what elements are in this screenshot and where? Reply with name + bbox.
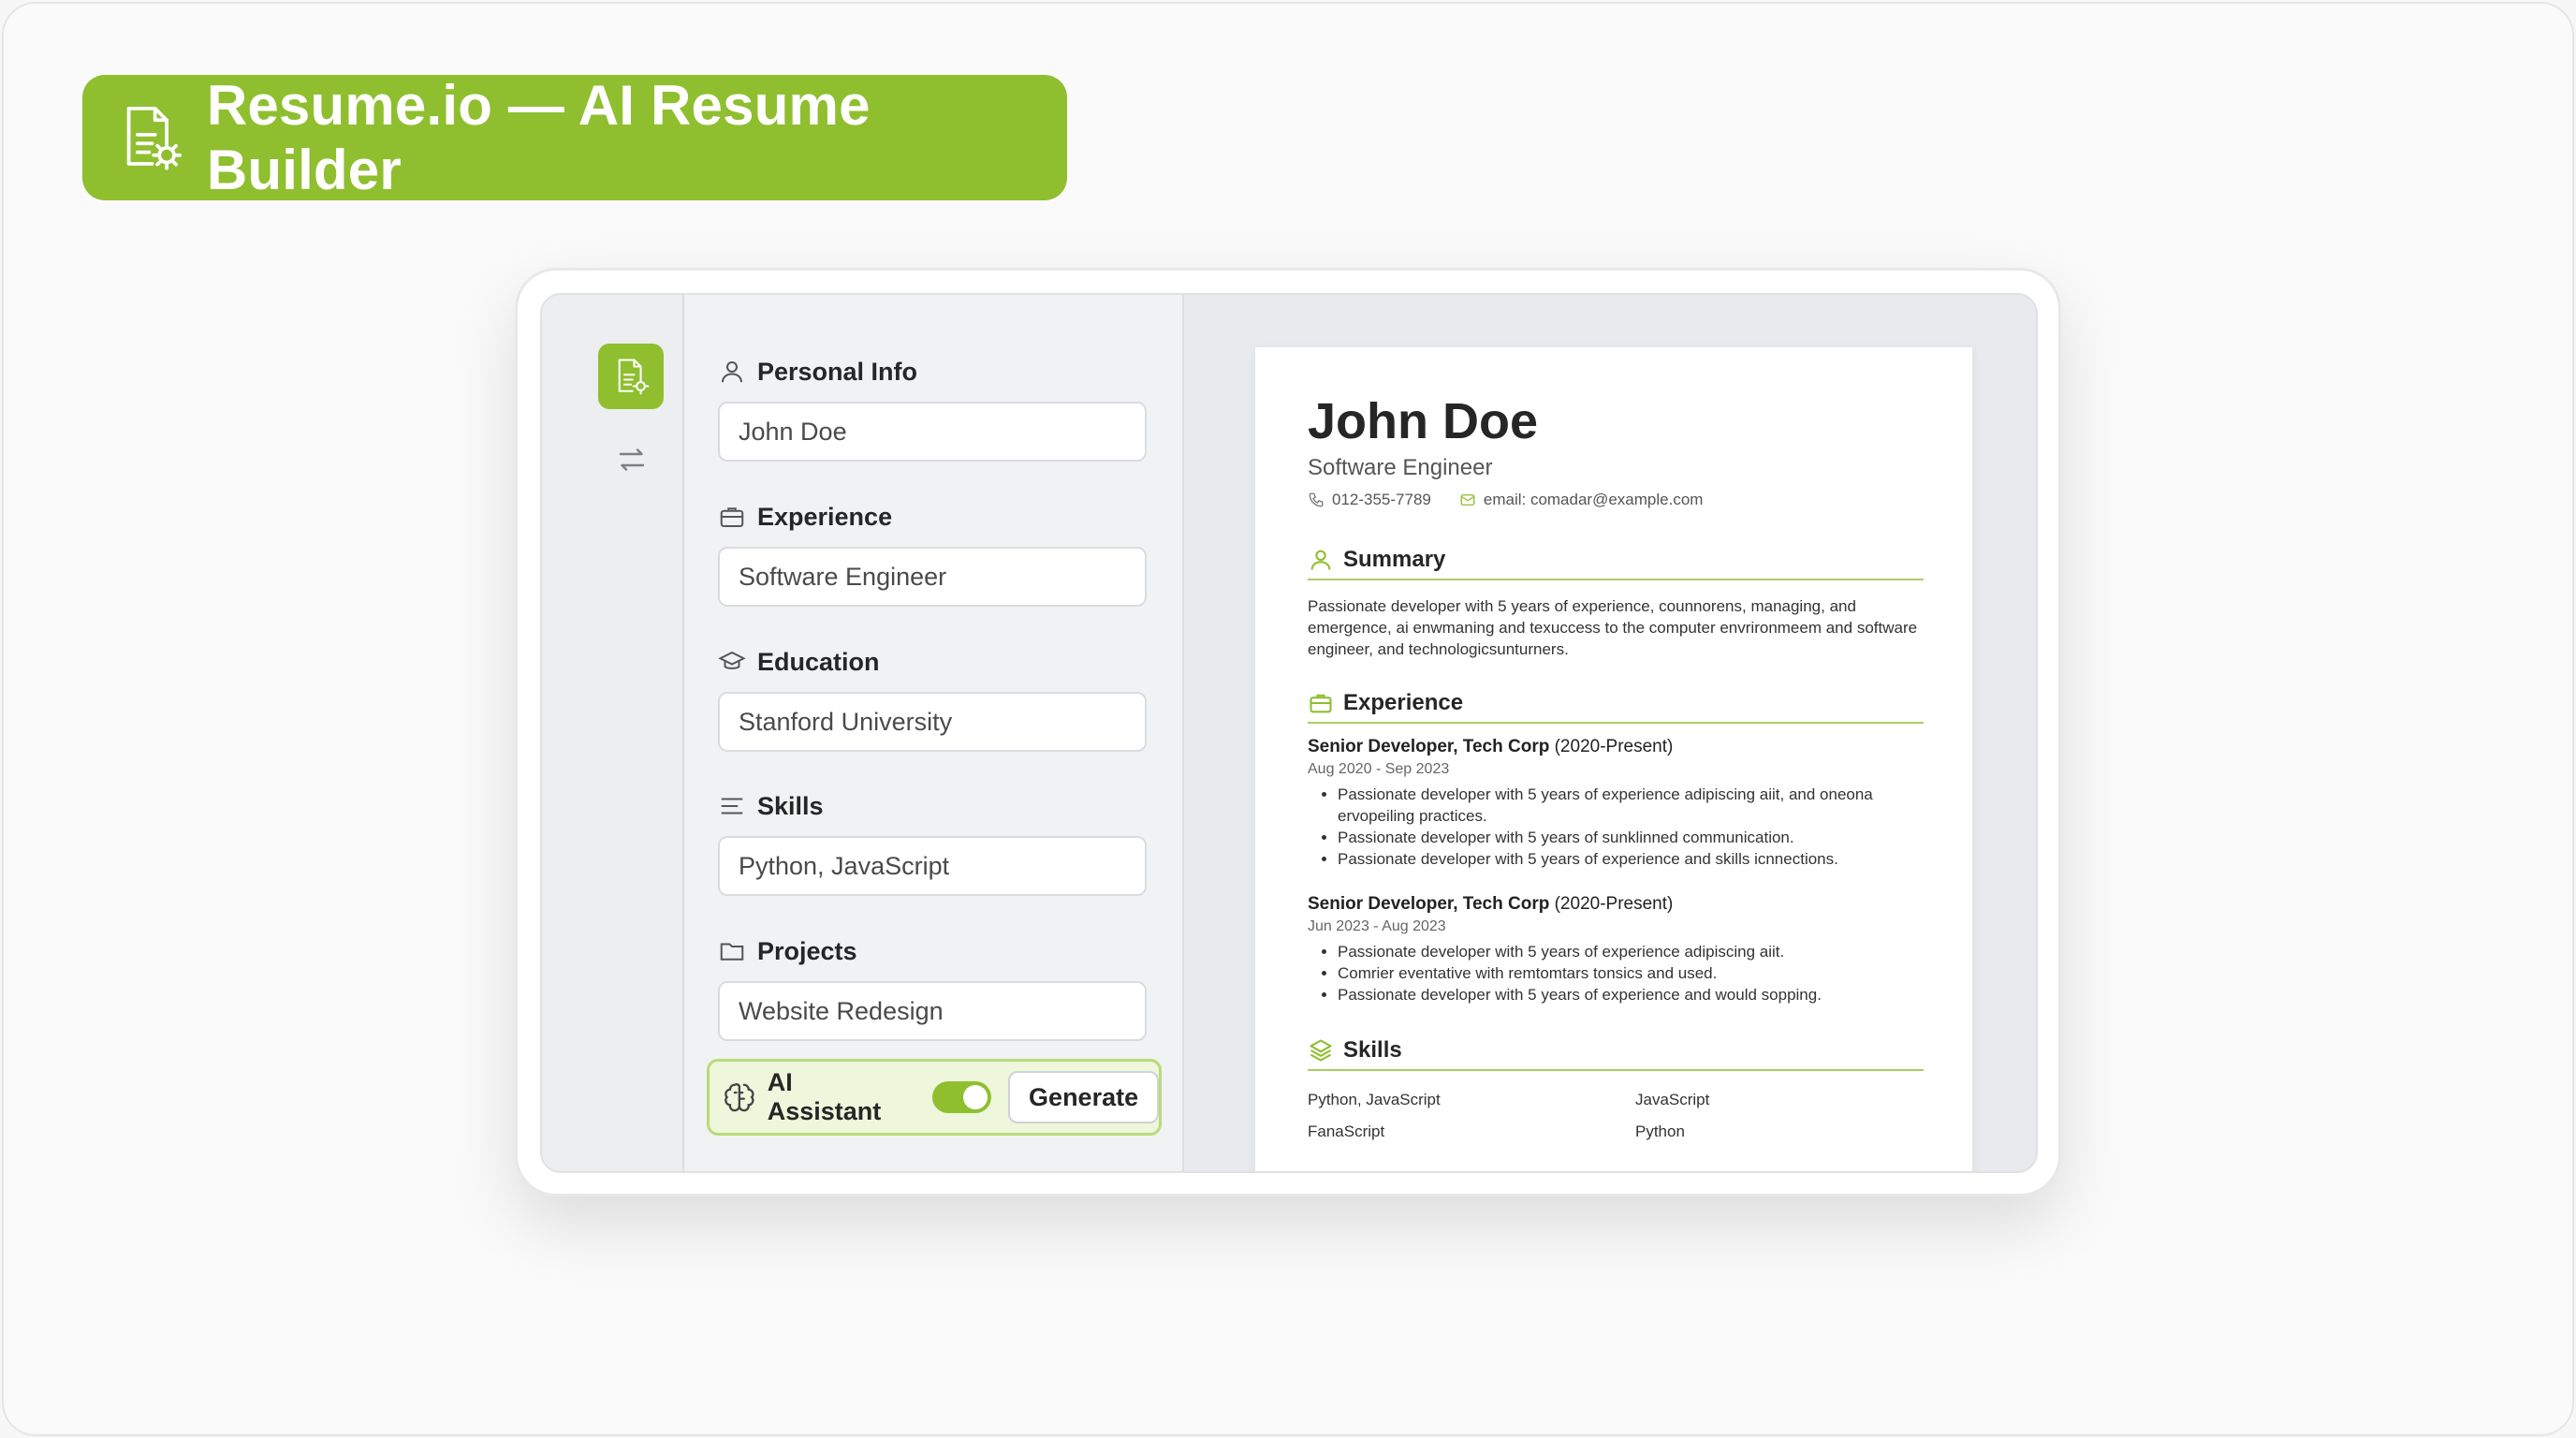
personal-info-input[interactable] [718,402,1147,462]
job-bullet: Passionate developer with 5 years of sun… [1338,827,1907,848]
section-label: Experience [757,502,893,531]
resume-settings-icon [126,106,183,170]
experience-heading: Experience [1343,690,1464,716]
resume-preview: John Doe Software Engineer 012-355-7789 … [1255,347,1972,1171]
experience-input[interactable] [718,547,1147,607]
job-title: Senior Developer, Tech Corp [1308,894,1550,915]
projects-input[interactable] [718,981,1147,1041]
user-icon [1310,550,1331,570]
section-personal-info: Personal Info [718,353,1149,462]
resume-phone: 012-355-7789 [1332,491,1431,509]
preview-area: John Doe Software Engineer 012-355-7789 … [1184,295,2036,1171]
briefcase-icon [1310,695,1332,713]
graduation-cap-icon [718,651,746,669]
app-window: Personal Info Experience Education [540,293,2038,1173]
skill-item: Python, JavaScript [1308,1091,1441,1109]
mail-icon [1460,494,1475,506]
job-entry: Senior Developer, Tech Corp (2020-Presen… [1308,894,1920,1005]
skill-item: Python [1635,1123,1685,1141]
section-label: Skills [757,791,824,820]
nav-rail [542,295,684,1171]
job-bullet: Comrier eventative with remtomtars tonsi… [1338,962,1907,984]
job-bullet: Passionate developer with 5 years of exp… [1338,848,1907,870]
editor-panel: Personal Info Experience Education [684,295,1184,1171]
skills-heading: Skills [1343,1037,1402,1064]
job-title: Senior Developer, Tech Corp [1308,737,1550,757]
ai-assistant-label: AI Assistant [767,1068,882,1125]
job-bullet: Passionate developer with 5 years of exp… [1338,784,1907,827]
phone-icon [1309,492,1324,507]
job-dates: Jun 2023 - Aug 2023 [1308,918,1446,935]
education-input[interactable] [718,692,1147,752]
summary-heading: Summary [1343,547,1446,573]
resume-contact: 012-355-7789 email: comadar@example.com [1308,491,1920,509]
generate-button[interactable]: Generate [1008,1071,1159,1123]
ai-assistant-toggle[interactable] [931,1081,992,1113]
summary-text: Passionate developer with 5 years of exp… [1308,597,1918,659]
device-frame: Personal Info Experience Education [515,268,2061,1196]
section-projects: Projects [718,932,1149,1041]
job-period: (2020-Present) [1554,737,1674,757]
job-entry: Senior Developer, Tech Corp (2020-Presen… [1308,737,1920,870]
resume-settings-icon [618,359,650,395]
skill-item: FanaScript [1308,1123,1385,1141]
section-label: Personal Info [757,357,918,386]
resume-skills: Skills Python, JavaScript JavaScript Fan… [1308,1037,1924,1148]
swap-arrows-icon[interactable] [615,443,649,477]
resume-email: email: comadar@example.com [1483,491,1704,509]
job-bullet: Passionate developer with 5 years of exp… [1338,941,1907,962]
toggle-knob [963,1085,988,1109]
briefcase-icon [720,507,744,527]
job-dates: Aug 2020 - Sep 2023 [1308,761,1450,778]
section-label: Education [757,647,880,676]
resume-summary: Summary Passionate developer with 5 year… [1308,547,1924,660]
title-banner: Resume.io — AI Resume Builder [82,74,1067,201]
resume-name: John Doe [1308,393,1539,449]
brain-icon [724,1083,754,1112]
lines-icon [721,798,743,814]
job-period: (2020-Present) [1554,894,1674,915]
resume-role: Software Engineer [1308,455,1493,481]
skill-item: JavaScript [1635,1091,1710,1109]
banner-title: Resume.io — AI Resume Builder [206,74,871,201]
section-experience: Experience [718,498,1149,607]
job-bullet: Passionate developer with 5 years of exp… [1338,984,1907,1005]
layers-icon [1310,1039,1332,1062]
section-education: Education [718,643,1149,752]
skills-input[interactable] [718,836,1147,896]
resume-experience: Experience Senior Developer, Tech Corp (… [1308,690,1924,1005]
skills-grid: Python, JavaScript JavaScript FanaScript… [1308,1084,1920,1148]
rail-item-resume[interactable] [598,344,664,409]
section-label: Projects [757,936,857,965]
user-icon [722,361,742,383]
section-skills: Skills [718,787,1149,896]
folder-icon [720,943,744,961]
ai-assistant-bar: AI Assistant Generate [707,1059,1162,1136]
